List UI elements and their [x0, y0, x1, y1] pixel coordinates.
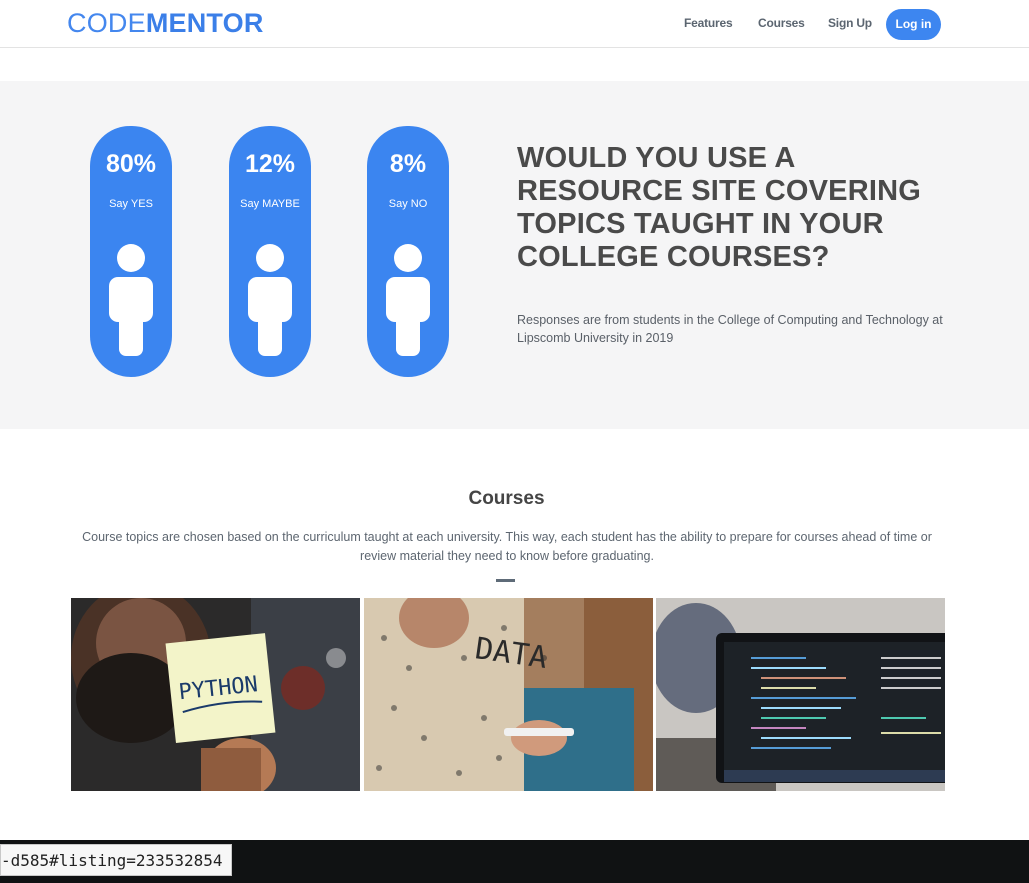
- stat-label: Say NO: [388, 198, 428, 210]
- stat-card-yes: 80% Say YES: [90, 126, 172, 377]
- person-icon: [109, 244, 153, 356]
- course-photo-coding[interactable]: [656, 598, 945, 791]
- course-photo-data[interactable]: DATA: [364, 598, 653, 791]
- survey-note: Responses are from students in the Colle…: [517, 313, 943, 345]
- section-divider: [496, 579, 515, 582]
- nav-sign-up[interactable]: Sign Up: [828, 16, 872, 30]
- site-logo[interactable]: CODEMENTOR: [67, 8, 264, 39]
- survey-question: WOULD YOU USE A RESOURCE SITE COVERING T…: [517, 142, 922, 273]
- stat-card-no: 8% Say NO: [367, 126, 449, 377]
- person-icon: [248, 244, 292, 356]
- stat-label: Say YES: [109, 198, 153, 210]
- login-button[interactable]: Log in: [886, 9, 941, 40]
- stat-card-maybe: 12% Say MAYBE: [229, 126, 311, 377]
- nav-courses[interactable]: Courses: [758, 16, 805, 30]
- stat-label: Say MAYBE: [240, 198, 300, 210]
- stat-percent: 80%: [105, 150, 157, 178]
- courses-heading: Courses: [468, 488, 545, 509]
- person-icon: [386, 244, 430, 356]
- courses-description: Course topics are chosen based on the cu…: [82, 530, 932, 563]
- page: CODEMENTOR Features Courses Sign Up Log …: [0, 0, 1029, 883]
- logo-part-mentor: MENTOR: [145, 8, 264, 38]
- status-bar-url: -d585#listing=233532854: [0, 844, 232, 876]
- course-photo-python[interactable]: PYTHON: [71, 598, 360, 791]
- nav-features[interactable]: Features: [684, 16, 733, 30]
- stat-percent: 8%: [389, 150, 427, 178]
- stat-percent: 12%: [244, 150, 296, 178]
- site-header: CODEMENTOR Features Courses Sign Up Log …: [0, 0, 1029, 48]
- logo-part-code: CODE: [67, 8, 146, 38]
